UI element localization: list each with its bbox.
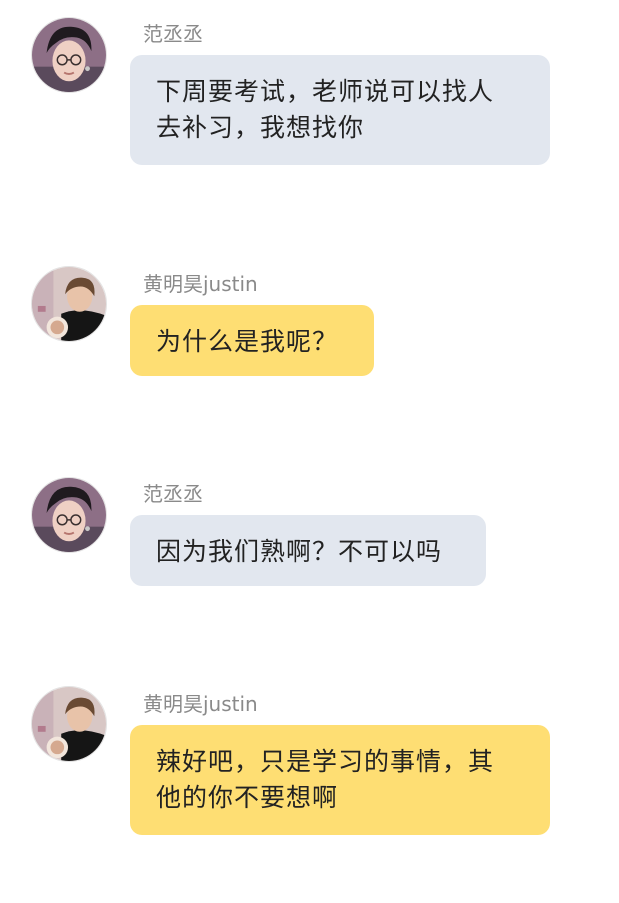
message-bubble[interactable]: 辣好吧，只是学习的事情，其 他的你不要想啊 <box>130 725 550 835</box>
message-bubble[interactable]: 下周要考试，老师说可以找人 去补习，我想找你 <box>130 55 550 165</box>
sender-name: 范丞丞 <box>143 482 203 506</box>
avatar-fan-chengcheng-icon <box>32 478 106 552</box>
message-line: 他的你不要想啊 <box>156 783 339 812</box>
avatar[interactable] <box>31 477 107 553</box>
message-line: 下周要考试，老师说可以找人 <box>156 77 495 106</box>
message-bubble[interactable]: 为什么是我呢？ <box>130 305 374 376</box>
message-line: 因为我们熟啊？不可以吗 <box>156 537 443 566</box>
message-line: 为什么是我呢？ <box>156 327 339 356</box>
sender-name: 黄明昊justin <box>143 272 258 296</box>
avatar[interactable] <box>31 686 107 762</box>
avatar[interactable] <box>31 266 107 342</box>
message-line: 辣好吧，只是学习的事情，其 <box>156 747 495 776</box>
sender-name: 范丞丞 <box>143 22 203 46</box>
sender-name: 黄明昊justin <box>143 692 258 716</box>
avatar-fan-chengcheng-icon <box>32 18 106 92</box>
message-bubble[interactable]: 因为我们熟啊？不可以吗 <box>130 515 486 586</box>
avatar-huang-minghao-icon <box>32 687 106 761</box>
avatar[interactable] <box>31 17 107 93</box>
avatar-huang-minghao-icon <box>32 267 106 341</box>
message-line: 去补习，我想找你 <box>156 113 365 142</box>
